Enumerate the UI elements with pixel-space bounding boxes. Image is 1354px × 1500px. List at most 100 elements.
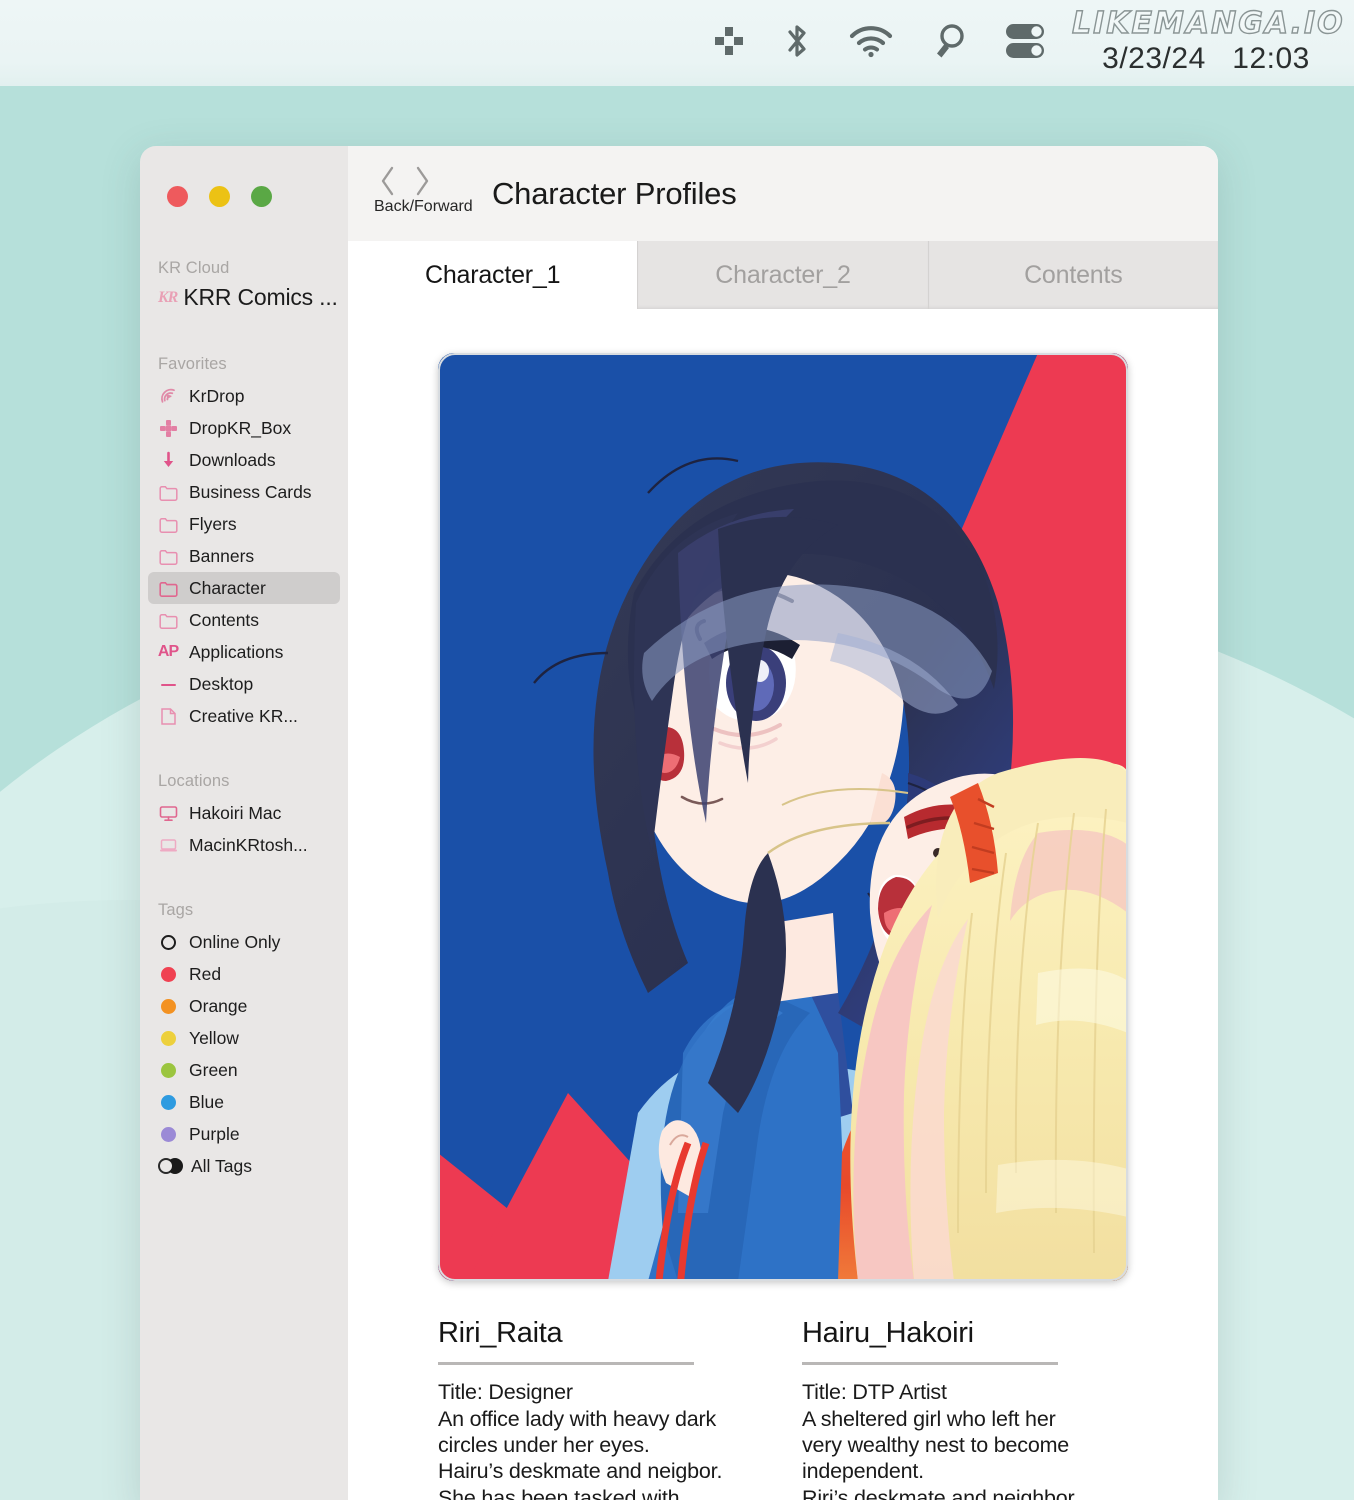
bluetooth-icon[interactable]: [784, 22, 810, 65]
menu-bar-status-icons: [712, 22, 1046, 65]
dropbox-icon[interactable]: [712, 24, 746, 63]
sidebar-item-label: MacinKRtosh...: [189, 834, 308, 855]
back-button[interactable]: [378, 164, 398, 202]
sidebar-tags-list: Online Only Red Orange Yellow Green Blue: [140, 926, 348, 1182]
sidebar-item-label: Blue: [189, 1091, 225, 1112]
document-icon: [158, 706, 178, 726]
minimize-button[interactable]: [209, 186, 230, 207]
sidebar-item-label: KrDrop: [189, 385, 245, 406]
macbook-icon: [158, 835, 178, 855]
sidebar-section-kr-cloud: KR Cloud: [158, 259, 230, 277]
sidebar-favorites-list: KrDrop DropKR_Box Downloads Business Car…: [140, 380, 348, 732]
sidebar-item-label: Hakoiri Mac: [189, 802, 282, 823]
sidebar-item-label: Yellow: [189, 1027, 239, 1048]
tag-dot-icon: [158, 1092, 178, 1112]
sidebar-item-krdrop[interactable]: KrDrop: [148, 380, 340, 412]
sidebar-item-business-cards[interactable]: Business Cards: [148, 476, 340, 508]
tab-character-2[interactable]: Character_2: [637, 241, 928, 310]
profile-columns: Riri_Raita Title: Designer An office lad…: [438, 1281, 1218, 1500]
sidebar-item-label: Orange: [189, 995, 248, 1016]
tab-bar: Character_1 Character_2 Contents: [348, 241, 1218, 310]
sidebar-item-label: All Tags: [191, 1155, 252, 1176]
imac-icon: [158, 803, 178, 823]
clock-datetime[interactable]: 3/23/24 12:03: [1102, 42, 1310, 76]
sidebar-item-tag-red[interactable]: Red: [148, 958, 340, 990]
sidebar-item-macinkrtosh[interactable]: MacinKRtosh...: [148, 829, 340, 861]
sidebar-item-dropkr-box[interactable]: DropKR_Box: [148, 412, 340, 444]
forward-button[interactable]: [412, 164, 432, 202]
close-button[interactable]: [167, 186, 188, 207]
sidebar-item-label: Downloads: [189, 449, 276, 470]
back-forward-label: Back/Forward: [374, 198, 473, 215]
profile-name: Hairu_Hakoiri: [802, 1317, 974, 1350]
sidebar-item-applications[interactable]: AP Applications: [148, 636, 340, 668]
sidebar-item-contents[interactable]: Contents: [148, 604, 340, 636]
sidebar-item-tag-orange[interactable]: Orange: [148, 990, 340, 1022]
all-tags-icon: [158, 1156, 184, 1176]
tag-dot-icon: [158, 964, 178, 984]
sidebar-section-favorites: Favorites: [158, 355, 227, 373]
folder-icon: [158, 610, 178, 630]
sidebar-item-tag-blue[interactable]: Blue: [148, 1086, 340, 1118]
sidebar-item-label: Applications: [189, 641, 284, 662]
window-titlebar: Back/Forward Character Profiles: [348, 146, 1218, 241]
sidebar-item-banners[interactable]: Banners: [148, 540, 340, 572]
maximize-button[interactable]: [251, 186, 272, 207]
sidebar: KR Cloud KR KRR Comics ... Favorites KrD…: [140, 146, 348, 1500]
airdrop-icon: [158, 386, 178, 406]
folder-icon: [158, 482, 178, 502]
menu-bar-clock-area: LIKEMANGA.IO 3/23/24 12:03: [1071, 5, 1345, 78]
profile-divider: [802, 1362, 1058, 1366]
spotlight-search-icon[interactable]: [932, 22, 966, 65]
tab-character-1[interactable]: Character_1: [348, 241, 638, 310]
sidebar-item-label: Contents: [189, 609, 260, 630]
tab-contents[interactable]: Contents: [927, 241, 1218, 310]
tag-ring-icon: [158, 932, 178, 952]
sidebar-item-label: KRR Comics ...: [183, 284, 338, 310]
character-illustration[interactable]: [438, 353, 1128, 1282]
profile-description: Title: Designer An office lady with heav…: [438, 1380, 723, 1500]
kr-cloud-badge-icon: KR: [158, 288, 178, 306]
sidebar-item-label: Creative KR...: [189, 705, 298, 726]
sidebar-section-tags: Tags: [158, 901, 194, 919]
sidebar-item-tag-purple[interactable]: Purple: [148, 1118, 340, 1150]
folder-icon: [158, 578, 178, 598]
sidebar-item-label: Desktop: [189, 673, 254, 694]
menu-bar: LIKEMANGA.IO 3/23/24 12:03: [0, 0, 1354, 86]
dropbox-icon: [158, 418, 178, 438]
sidebar-item-downloads[interactable]: Downloads: [148, 444, 340, 476]
profile-card-hairu: Hairu_Hakoiri Title: DTP Artist A shelte…: [802, 1317, 1166, 1500]
site-watermark: LIKEMANGA.IO: [1071, 5, 1345, 41]
sidebar-item-label: DropKR_Box: [189, 417, 292, 438]
sidebar-item-tag-online-only[interactable]: Online Only: [148, 926, 340, 958]
profile-description: Title: DTP Artist A sheltered girl who l…: [802, 1380, 1080, 1500]
sidebar-item-label: Character: [189, 577, 266, 598]
navigation-group: Back/Forward: [366, 146, 474, 241]
sidebar-item-creative-kr[interactable]: Creative KR...: [148, 700, 340, 732]
tag-dot-icon: [158, 1124, 178, 1144]
sidebar-item-label: Red: [189, 963, 222, 984]
profile-name: Riri_Raita: [438, 1317, 563, 1350]
tag-dot-icon: [158, 996, 178, 1016]
sidebar-item-flyers[interactable]: Flyers: [148, 508, 340, 540]
sidebar-item-all-tags[interactable]: All Tags: [148, 1150, 340, 1182]
sidebar-item-tag-green[interactable]: Green: [148, 1054, 340, 1086]
folder-icon: [158, 514, 178, 534]
sidebar-section-locations: Locations: [158, 772, 230, 790]
content-area: Riri_Raita Title: Designer An office lad…: [348, 309, 1218, 1500]
sidebar-locations-list: Hakoiri Mac MacinKRtosh...: [140, 797, 348, 861]
wifi-icon[interactable]: [848, 24, 894, 63]
sidebar-item-tag-yellow[interactable]: Yellow: [148, 1022, 340, 1054]
applications-icon: AP: [157, 643, 179, 660]
finder-window: KR Cloud KR KRR Comics ... Favorites KrD…: [140, 146, 1218, 1500]
sidebar-item-hakoiri-mac[interactable]: Hakoiri Mac: [148, 797, 340, 829]
sidebar-item-label: Banners: [189, 545, 255, 566]
sidebar-item-character[interactable]: Character: [148, 572, 340, 604]
sidebar-item-krr-comics[interactable]: KR KRR Comics ...: [140, 284, 348, 311]
control-center-icon[interactable]: [1004, 22, 1046, 65]
sidebar-item-desktop[interactable]: Desktop: [148, 668, 340, 700]
page-title: Character Profiles: [492, 175, 737, 211]
window-controls: [140, 146, 348, 207]
download-arrow-icon: [158, 450, 178, 470]
tag-dot-icon: [158, 1028, 178, 1048]
